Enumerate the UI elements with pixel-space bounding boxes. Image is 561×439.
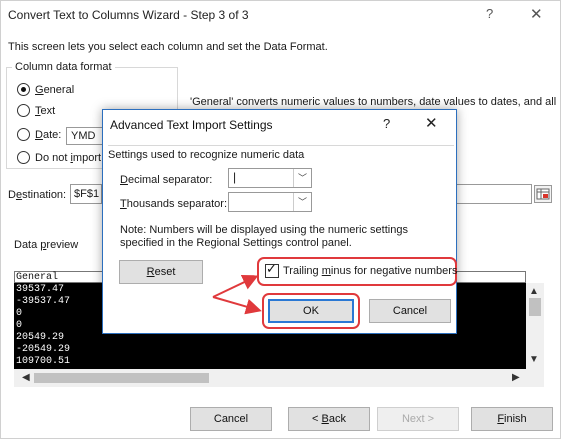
dialog-cancel-button[interactable]: Cancel bbox=[369, 299, 451, 323]
general-format-note: 'General' converts numeric values to num… bbox=[190, 96, 557, 108]
radio-do-not-import[interactable] bbox=[17, 151, 30, 164]
wizard-description: This screen lets you select each column … bbox=[8, 41, 328, 53]
numeric-settings-divider bbox=[108, 145, 454, 146]
reset-button[interactable]: Reset bbox=[119, 260, 203, 284]
trailing-minus-label[interactable]: Trailing minus for negative numbers bbox=[283, 265, 457, 277]
next-button[interactable]: Next > bbox=[377, 407, 459, 431]
preview-row: -39537.47 bbox=[16, 296, 71, 307]
range-picker-icon[interactable] bbox=[534, 185, 552, 203]
preview-row: 0 bbox=[16, 308, 23, 319]
dialog-help-button[interactable]: ? bbox=[383, 116, 390, 131]
wizard-help-button[interactable]: ? bbox=[486, 6, 493, 21]
horizontal-scroll-thumb[interactable] bbox=[34, 373, 209, 383]
back-button[interactable]: < Back bbox=[288, 407, 370, 431]
column-format-legend: Column data format bbox=[12, 61, 115, 73]
numeric-settings-legend: Settings used to recognize numeric data bbox=[108, 149, 308, 161]
data-preview-label: Data preview bbox=[14, 239, 79, 251]
radio-text-label: Text bbox=[35, 105, 56, 117]
chevron-down-icon[interactable]: ﹀ bbox=[293, 193, 311, 211]
radio-date-label: Date: bbox=[35, 129, 62, 141]
preview-row: 109700.51 bbox=[16, 356, 71, 367]
preview-row: -20549.29 bbox=[16, 344, 71, 355]
wizard-cancel-button[interactable]: Cancel bbox=[190, 407, 272, 431]
regional-settings-note: Note: Numbers will be displayed using th… bbox=[120, 224, 408, 249]
chevron-down-icon[interactable]: ﹀ bbox=[293, 169, 311, 187]
dialog-title: Advanced Text Import Settings bbox=[110, 118, 273, 132]
preview-column-header[interactable]: General bbox=[16, 272, 58, 283]
radio-general-label: General bbox=[35, 84, 75, 96]
scroll-right-icon[interactable]: ▶ bbox=[512, 372, 520, 383]
dialog-close-icon[interactable]: ✕ bbox=[425, 114, 438, 132]
thousands-separator-label: Thousands separator: bbox=[120, 198, 228, 210]
scroll-left-icon[interactable]: ◀ bbox=[22, 372, 30, 383]
wizard-close-icon[interactable]: ✕ bbox=[530, 5, 543, 23]
preview-row: 0 bbox=[16, 320, 23, 331]
radio-date[interactable] bbox=[17, 128, 30, 141]
checkmark-icon: ✓ bbox=[266, 261, 277, 276]
radio-text[interactable] bbox=[17, 104, 30, 117]
preview-row: 20549.29 bbox=[16, 332, 65, 343]
scroll-up-icon[interactable]: ▲ bbox=[529, 286, 539, 297]
scroll-down-icon[interactable]: ▼ bbox=[529, 354, 539, 365]
radio-do-not-import-label: Do not import bbox=[35, 152, 102, 164]
radio-general[interactable] bbox=[17, 83, 30, 96]
destination-label: Destination: bbox=[8, 189, 67, 201]
preview-row: 39537.47 bbox=[16, 284, 65, 295]
vertical-scroll-thumb[interactable] bbox=[529, 298, 541, 316]
finish-button[interactable]: Finish bbox=[471, 407, 553, 431]
destination-input-extent[interactable] bbox=[457, 184, 532, 204]
ok-button[interactable]: OK bbox=[268, 299, 354, 323]
thousands-separator-dropdown[interactable]: ﹀ bbox=[228, 192, 312, 212]
destination-input[interactable]: $F$1 bbox=[70, 184, 102, 204]
wizard-title: Convert Text to Columns Wizard - Step 3 … bbox=[8, 8, 249, 22]
date-format-select[interactable]: YMD bbox=[66, 127, 106, 145]
decimal-separator-dropdown[interactable]: ﹀ bbox=[228, 168, 312, 188]
decimal-separator-value: | bbox=[233, 170, 237, 184]
decimal-separator-label: Decimal separator: bbox=[120, 174, 213, 186]
